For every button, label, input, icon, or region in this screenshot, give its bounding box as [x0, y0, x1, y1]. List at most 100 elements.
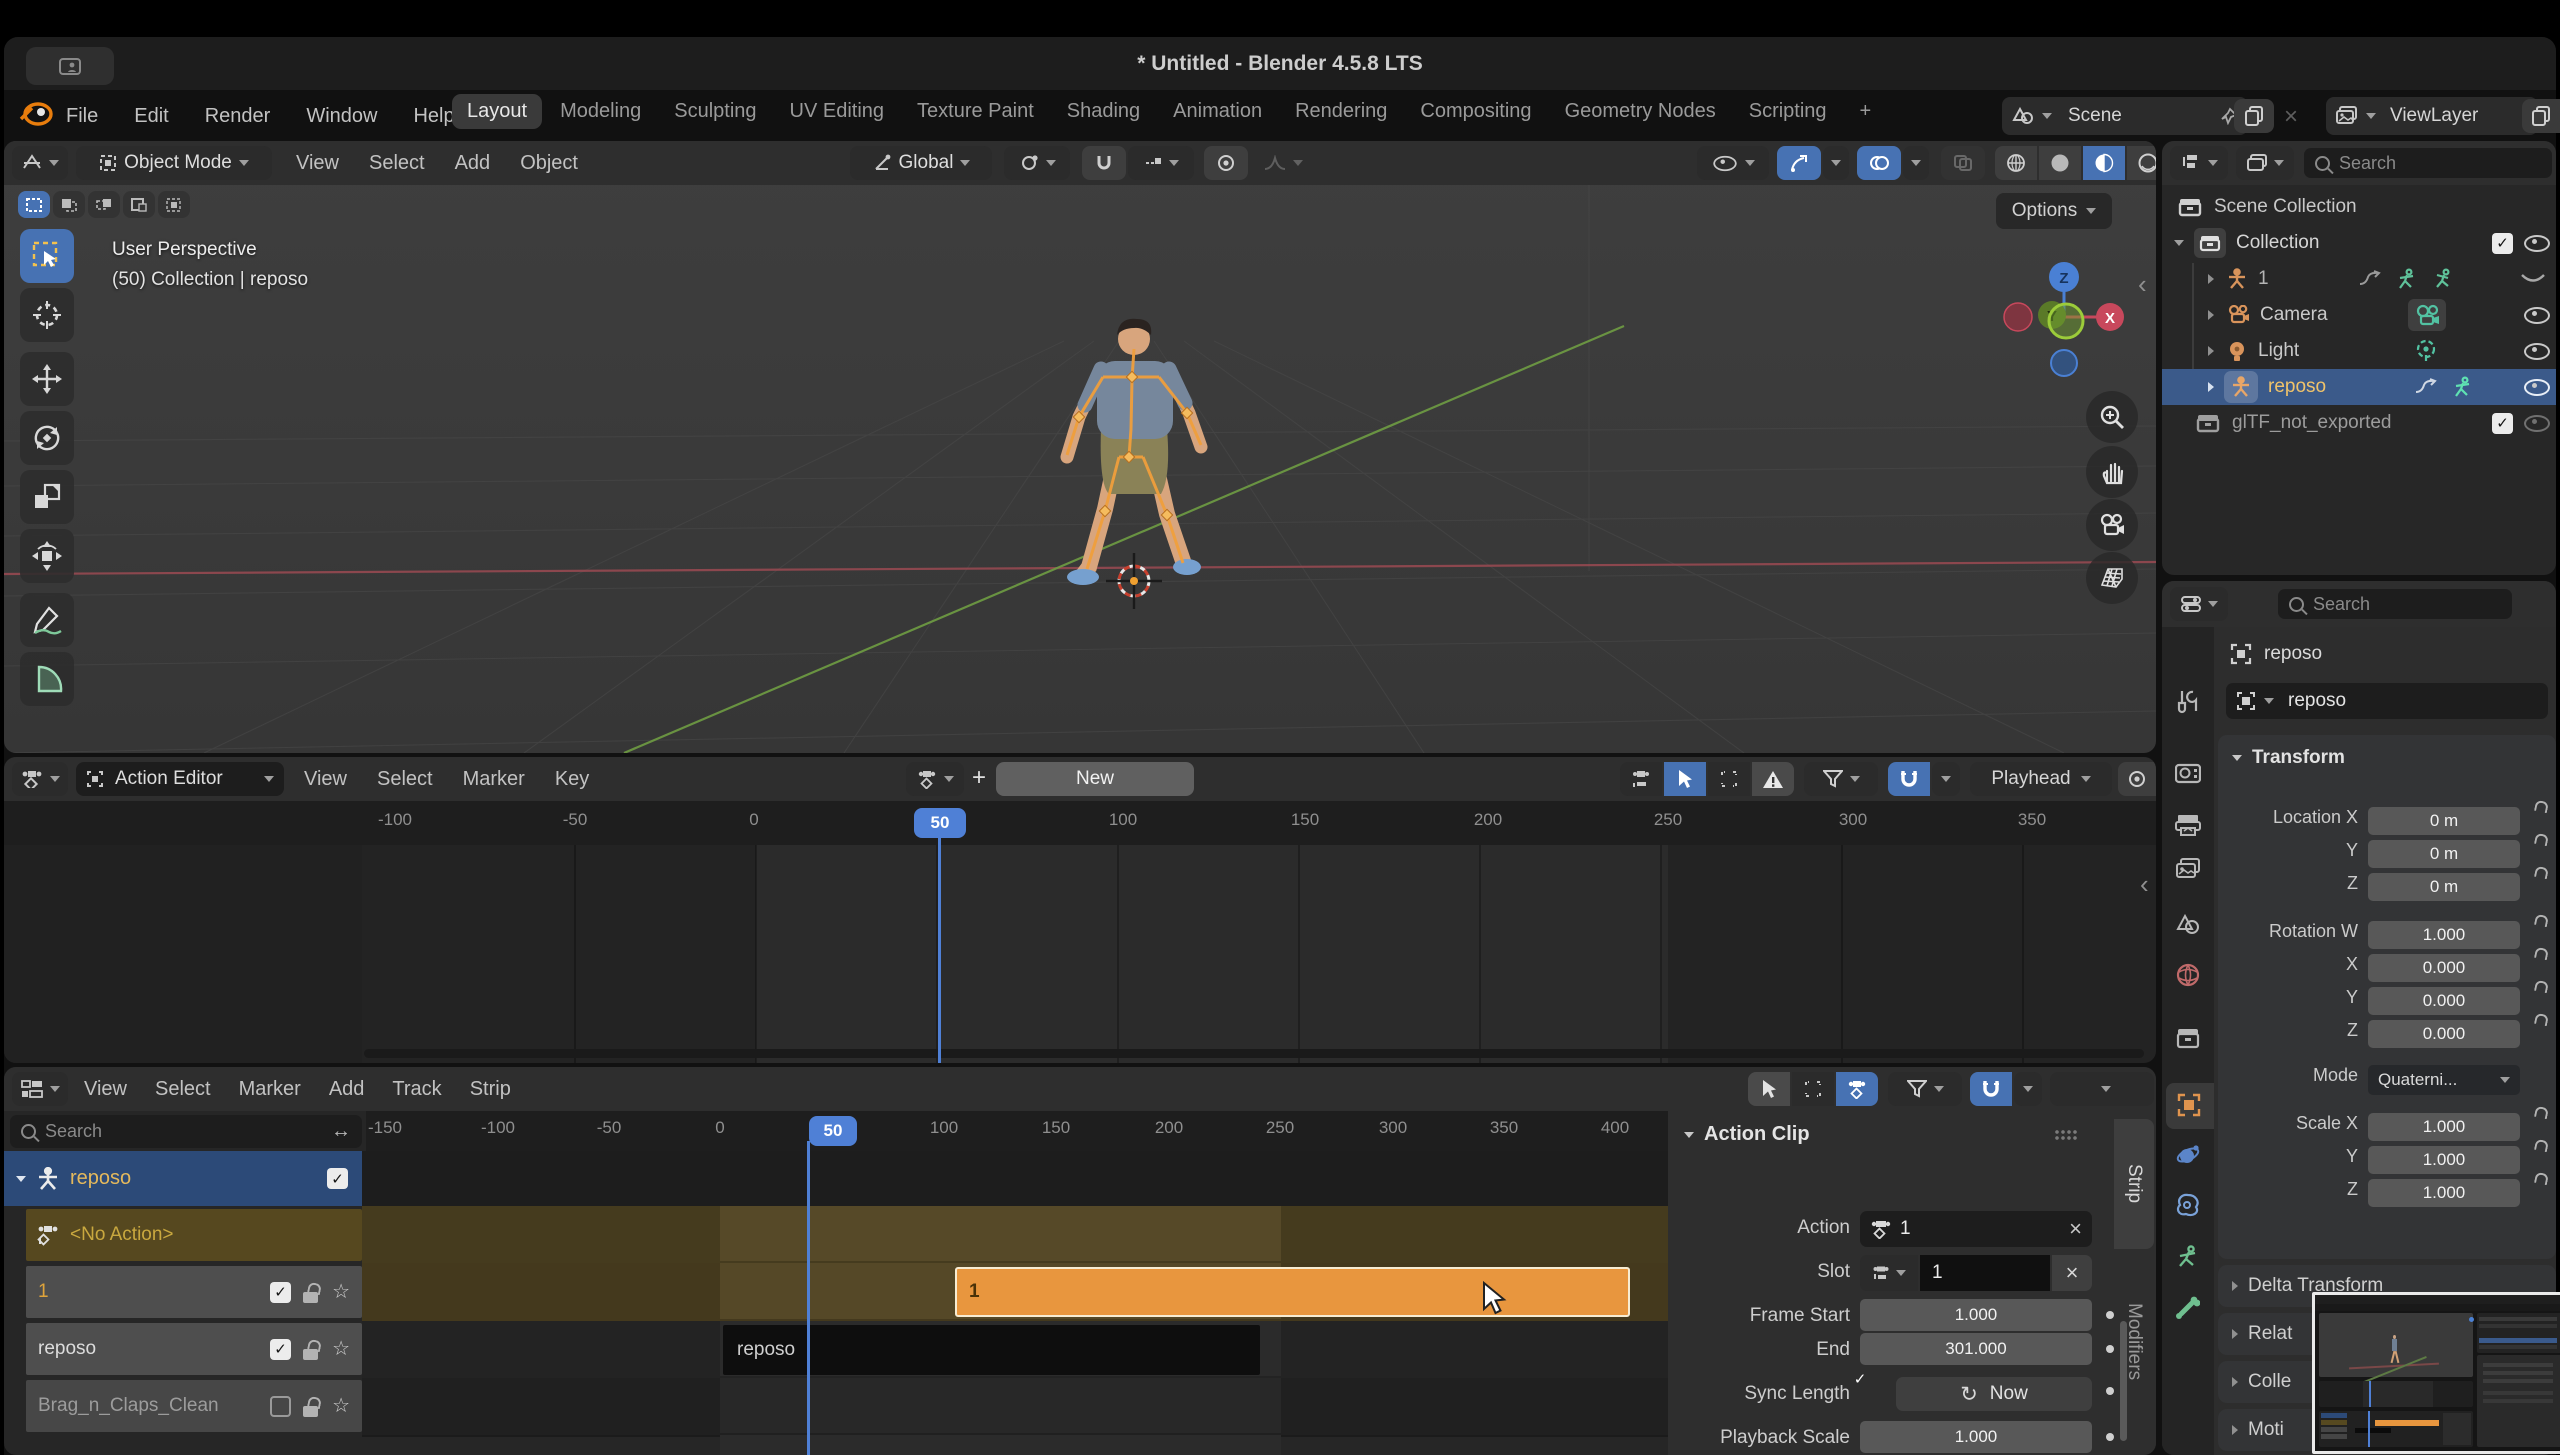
- unlink-action-icon[interactable]: ×: [2069, 1216, 2082, 1242]
- unlink-scene-icon[interactable]: ×: [2284, 103, 2298, 131]
- playhead-frame-badge[interactable]: 50: [809, 1116, 857, 1146]
- solo-star-icon[interactable]: ☆: [332, 1339, 350, 1359]
- outliner-row-armature-1[interactable]: 1: [2162, 261, 2556, 297]
- tool-transform[interactable]: [20, 529, 74, 583]
- snap-settings-dropdown[interactable]: [1128, 146, 1194, 180]
- rotation-w-field[interactable]: 1.000: [2368, 921, 2520, 949]
- tab-uv-editing[interactable]: UV Editing: [775, 94, 900, 129]
- menu-view[interactable]: View: [304, 768, 347, 791]
- proportional-editing-toggle[interactable]: [1204, 146, 1248, 180]
- menu-marker[interactable]: Marker: [239, 1078, 301, 1101]
- tab-render[interactable]: [2175, 761, 2201, 785]
- tab-layout[interactable]: Layout: [452, 94, 543, 129]
- tab-physics[interactable]: [2176, 1193, 2200, 1217]
- tab-scene[interactable]: [2176, 913, 2200, 937]
- slot-selector[interactable]: [1860, 1255, 1918, 1291]
- animate-dot[interactable]: [2106, 1345, 2114, 1353]
- end-field[interactable]: 301.000: [1860, 1333, 2092, 1365]
- sync-now-button[interactable]: ↻ Now: [1896, 1377, 2092, 1411]
- only-slot-channels-toggle[interactable]: [1620, 762, 1662, 796]
- tab-output[interactable]: [2175, 813, 2201, 837]
- menu-select[interactable]: Select: [369, 152, 425, 175]
- menu-file[interactable]: File: [66, 105, 98, 128]
- tab-compositing[interactable]: Compositing: [1405, 94, 1546, 129]
- menu-select[interactable]: Select: [155, 1078, 211, 1101]
- tab-tool[interactable]: [2176, 689, 2200, 715]
- nla-object-channel[interactable]: reposo: [4, 1151, 362, 1206]
- rotation-x-field[interactable]: 0.000: [2368, 954, 2520, 982]
- pivot-point-selector[interactable]: [1004, 146, 1070, 180]
- tab-geometry-nodes[interactable]: Geometry Nodes: [1550, 94, 1731, 129]
- menu-view[interactable]: View: [84, 1078, 127, 1101]
- animate-dot[interactable]: [2106, 1311, 2114, 1319]
- track-mute-checkbox[interactable]: [270, 1395, 292, 1417]
- playhead-line[interactable]: [807, 1141, 810, 1455]
- menu-add[interactable]: Add: [455, 152, 491, 175]
- outliner-row-collection[interactable]: Collection: [2162, 225, 2556, 261]
- sidebar-collapse-arrow[interactable]: ‹: [2140, 869, 2149, 900]
- frame-start-field[interactable]: 1.000: [1860, 1299, 2092, 1331]
- tab-object[interactable]: [2177, 1093, 2201, 1117]
- shading-wireframe-button[interactable]: [1995, 146, 2037, 180]
- tab-shading[interactable]: Shading: [1052, 94, 1155, 129]
- scene-selector[interactable]: Scene: [2002, 97, 2248, 135]
- orthographic-toggle-button[interactable]: [2086, 552, 2138, 604]
- sidebar-tab-modifiers[interactable]: Modifiers: [2114, 1257, 2154, 1427]
- menu-marker[interactable]: Marker: [463, 768, 525, 791]
- camera-view-button[interactable]: [2086, 499, 2138, 551]
- orientation-selector[interactable]: Global: [850, 146, 992, 180]
- tab-object-data[interactable]: [2176, 1245, 2200, 1269]
- tab-texture-paint[interactable]: Texture Paint: [902, 94, 1049, 129]
- tab-sculpting[interactable]: Sculpting: [659, 94, 771, 129]
- character-model[interactable]: [1039, 309, 1229, 629]
- gizmo-dropdown[interactable]: [1823, 146, 1849, 180]
- sidebar-collapse-arrow[interactable]: ‹: [2138, 269, 2147, 300]
- nla-track-reposo[interactable]: reposo ☆: [26, 1323, 362, 1375]
- gizmo-toggle[interactable]: [1777, 146, 1821, 180]
- outliner-type-button[interactable]: [2170, 146, 2228, 180]
- only-selected-toggle[interactable]: [1748, 1072, 1790, 1106]
- collection-checkbox[interactable]: [2492, 412, 2513, 434]
- solo-star-icon[interactable]: ☆: [332, 1396, 350, 1416]
- expand-icon[interactable]: [2174, 240, 2184, 246]
- object-name-field[interactable]: reposo: [2226, 683, 2548, 719]
- action-field[interactable]: 1 ×: [1860, 1211, 2092, 1247]
- select-box-button[interactable]: [53, 191, 85, 218]
- filter-dropdown[interactable]: [1804, 762, 1878, 796]
- scale-z-field[interactable]: 1.000: [2368, 1179, 2520, 1207]
- viewlayer-selector[interactable]: ViewLayer: [2326, 97, 2538, 135]
- outliner-display-mode-button[interactable]: [2236, 146, 2294, 180]
- nla-ruler[interactable]: -150 -100 -50 0 100 150 200 250 300 350 …: [366, 1111, 1668, 1151]
- rotation-y-field[interactable]: 0.000: [2368, 987, 2520, 1015]
- options-button[interactable]: Options: [1996, 193, 2112, 229]
- track-mute-checkbox[interactable]: [270, 1281, 292, 1303]
- playhead-snap-dropdown[interactable]: Playhead: [1970, 762, 2112, 796]
- overlays-dropdown[interactable]: [1903, 146, 1929, 180]
- expand-icon[interactable]: [2208, 382, 2214, 392]
- expand-icon[interactable]: [2208, 310, 2214, 320]
- playhead-line[interactable]: [938, 831, 941, 1063]
- menu-key[interactable]: Key: [555, 768, 589, 791]
- playhead-frame-badge[interactable]: 50: [914, 808, 966, 838]
- outliner-search-input[interactable]: Search: [2304, 148, 2552, 178]
- tab-constraints[interactable]: [2176, 1143, 2200, 1167]
- horizontal-scrollbar[interactable]: [364, 1049, 2144, 1058]
- zoom-button[interactable]: [2086, 391, 2138, 443]
- menu-add[interactable]: Add: [329, 1078, 365, 1101]
- outliner-row-camera[interactable]: Camera: [2162, 297, 2556, 333]
- sidebar-tab-strip[interactable]: Strip: [2114, 1119, 2154, 1249]
- outliner-row-reposo[interactable]: reposo: [2162, 369, 2556, 405]
- menu-view[interactable]: View: [296, 152, 339, 175]
- expand-icon[interactable]: [2208, 346, 2214, 356]
- menu-edit[interactable]: Edit: [134, 105, 168, 128]
- shading-rendered-button[interactable]: [2127, 146, 2156, 180]
- tool-cursor[interactable]: [20, 288, 74, 342]
- hide-icon[interactable]: [2524, 234, 2550, 252]
- snap-toggle[interactable]: [1082, 146, 1126, 180]
- lock-icon[interactable]: [303, 1348, 319, 1360]
- playhead-snap-dropdown[interactable]: [2050, 1072, 2154, 1106]
- action-slot-button[interactable]: [906, 762, 964, 796]
- overlays-toggle[interactable]: [1857, 146, 1901, 180]
- tool-move[interactable]: [20, 352, 74, 406]
- properties-search-input[interactable]: Search: [2278, 589, 2512, 619]
